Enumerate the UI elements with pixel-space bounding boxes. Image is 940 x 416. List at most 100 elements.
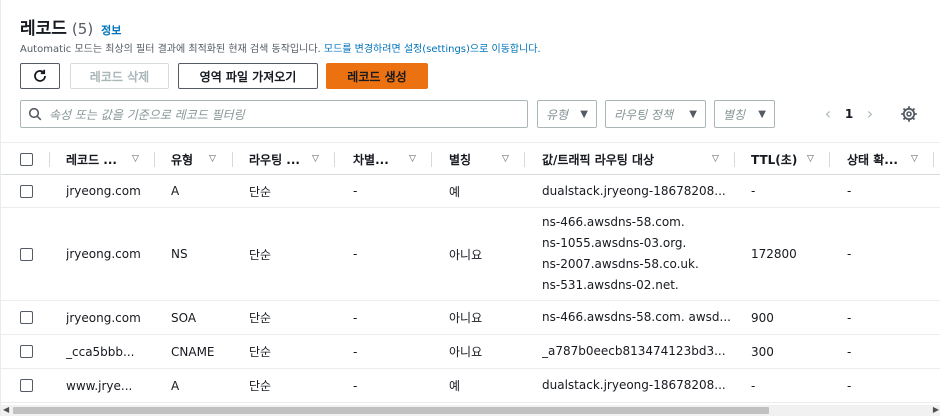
differentiator-cell: - — [353, 335, 357, 368]
panel-header: 레코드 (5) 정보 — [20, 14, 121, 39]
routing-policy-text: 단순 — [249, 247, 272, 262]
scrollbar-thumb[interactable] — [13, 407, 769, 414]
record-name-text: _cca5bbb... — [66, 344, 135, 359]
type-filter-select[interactable]: 유형 ▼ — [537, 100, 597, 128]
row-checkbox[interactable] — [20, 184, 33, 198]
routing-policy-text: 단순 — [249, 184, 272, 199]
ttl-text: 172800 — [751, 247, 797, 261]
table-row[interactable]: jryeong.com NS 단순 - 아니요 ns-466.awsdns-58.com.… — [1, 208, 940, 301]
type-cell: CNAME — [171, 335, 215, 368]
sort-caret-icon: ▽ — [502, 154, 509, 164]
caret-down-icon: ▼ — [758, 108, 766, 120]
refresh-button[interactable] — [20, 63, 60, 89]
record-name-cell: _cca5bbb... — [66, 335, 134, 368]
table-row[interactable]: jryeong.com SOA 단순 - 아니요 ns-466.awsdns-58.com… — [1, 301, 940, 335]
record-name-text: jryeong.com — [66, 247, 141, 261]
sort-caret-icon: ▽ — [209, 154, 216, 164]
value-cell: _a787b0eecb813474123bd3... — [542, 335, 726, 368]
health-check-cell: - — [847, 175, 851, 207]
record-name-cell: jryeong.com — [66, 175, 141, 207]
horizontal-scrollbar[interactable]: ◀ ▶ — [1, 405, 940, 416]
column-header-differentiator[interactable]: 차별... ▽ — [336, 143, 432, 175]
record-name-cell: jryeong.com — [66, 208, 141, 300]
row-checkbox[interactable] — [20, 311, 33, 324]
caret-down-icon: ▼ — [580, 108, 588, 120]
row-checkbox[interactable] — [20, 379, 33, 392]
info-link[interactable]: 정보 — [101, 22, 121, 38]
current-page-number[interactable]: 1 — [837, 107, 861, 121]
column-header-health-check[interactable]: 상태 확... ▽ — [831, 143, 934, 175]
value-line: dualstack.jryeong-18678208... — [542, 378, 726, 392]
routing-policy-text: 단순 — [249, 379, 272, 393]
row-checkbox-cell — [20, 335, 33, 368]
value-cell: ns-466.awsdns-58.com. awsd... — [542, 301, 731, 334]
import-zone-file-button[interactable]: 영역 파일 가져오기 — [178, 63, 318, 89]
row-checkbox[interactable] — [20, 345, 33, 358]
routing-policy-cell: 단순 — [249, 369, 271, 402]
sort-caret-icon: ▽ — [132, 154, 139, 164]
ttl-cell: 172800 — [751, 208, 797, 300]
sort-caret-icon: ▽ — [409, 154, 416, 164]
next-page-icon[interactable]: › — [861, 104, 879, 123]
differentiator-text: - — [353, 378, 358, 393]
column-header-alias[interactable]: 별칭 ▽ — [433, 143, 525, 175]
column-header-ttl[interactable]: TTL(초) ▽ — [736, 143, 830, 175]
search-input[interactable]: 속성 또는 값을 기준으로 레코드 필터링 — [20, 100, 528, 128]
table-row[interactable]: www.jrye... A 단순 - 예 dualstack.jryeong-186782… — [1, 369, 940, 403]
differentiator-cell: - — [353, 301, 357, 334]
routing-policy-cell: 단순 — [249, 208, 271, 300]
record-name-text: jryeong.com — [66, 310, 141, 325]
alias-filter-select[interactable]: 별칭 ▼ — [714, 100, 775, 128]
settings-link[interactable]: 모드를 변경하려면 설정(settings)으로 이동합니다. — [324, 44, 541, 55]
ttl-text: 300 — [751, 344, 774, 359]
delete-record-button[interactable]: 레코드 삭제 — [70, 63, 169, 89]
type-text: CNAME — [171, 344, 215, 359]
type-text: NS — [171, 247, 188, 261]
alias-cell: 아니요 — [449, 301, 482, 334]
column-header-record-name[interactable]: 레코드 ... ▽ — [51, 143, 155, 175]
select-all-checkbox[interactable] — [20, 152, 33, 166]
value-cell: ns-466.awsdns-58.com. ns-1055.awsdns-03.o… — [542, 208, 699, 300]
row-checkbox[interactable] — [20, 247, 33, 261]
table-row[interactable]: jryeong.com A 단순 - 예 dualstack.jryeong-186782… — [1, 175, 940, 208]
alias-text: 예 — [449, 184, 461, 199]
column-header-routing-policy[interactable]: 라우팅 ... ▽ — [234, 143, 335, 175]
record-name-cell: www.jrye... — [66, 369, 132, 402]
health-check-cell: - — [847, 335, 851, 368]
previous-page-icon[interactable]: ‹ — [819, 104, 837, 123]
value-cell: dualstack.jryeong-18678208... — [542, 175, 726, 207]
record-count: (5) — [71, 20, 94, 38]
value-line: ns-1055.awsdns-03.org. — [542, 236, 687, 250]
settings-gear-icon[interactable] — [900, 105, 918, 127]
page-title: 레코드 — [20, 19, 67, 39]
column-header-type[interactable]: 유형 ▽ — [156, 143, 233, 175]
scroll-left-icon[interactable]: ◀ — [3, 405, 9, 414]
health-check-text: - — [847, 378, 852, 393]
health-check-cell: - — [847, 301, 851, 334]
value-line: ns-466.awsdns-58.com. awsd... — [542, 310, 731, 324]
table-row[interactable]: _cca5bbb... CNAME 단순 - 아니요 _a787b0eecb8134741… — [1, 335, 940, 369]
column-header-value[interactable]: 값/트래픽 라우팅 대상 ▽ — [526, 143, 735, 175]
type-cell: SOA — [171, 301, 196, 334]
create-record-button[interactable]: 레코드 생성 — [326, 63, 428, 89]
health-check-text: - — [847, 344, 852, 359]
differentiator-text: - — [353, 310, 358, 325]
health-check-text: - — [847, 184, 852, 198]
health-check-text: - — [847, 310, 852, 325]
value-line: _a787b0eecb813474123bd3... — [542, 344, 726, 358]
ttl-text: - — [751, 184, 756, 198]
select-all-checkbox-cell — [20, 143, 50, 175]
search-placeholder: 속성 또는 값을 기준으로 레코드 필터링 — [49, 107, 245, 122]
scroll-right-icon[interactable]: ▶ — [933, 405, 939, 414]
ttl-cell: 900 — [751, 301, 774, 334]
routing-policy-filter-select[interactable]: 라우팅 정책 ▼ — [605, 100, 706, 128]
value-cell: dualstack.jryeong-18678208... — [542, 369, 726, 402]
ttl-cell: - — [751, 369, 755, 402]
alias-cell: 아니요 — [449, 208, 482, 300]
differentiator-text: - — [353, 184, 358, 198]
alias-text: 아니요 — [449, 345, 483, 359]
records-table: 레코드 ... ▽ 유형 ▽ 라우팅 ... ▽ 차별... ▽ 별칭 ▽ 값/트래픽 라… — [1, 142, 940, 403]
alias-text: 아니요 — [449, 247, 483, 262]
health-check-cell: - — [847, 208, 851, 300]
differentiator-text: - — [353, 344, 358, 359]
